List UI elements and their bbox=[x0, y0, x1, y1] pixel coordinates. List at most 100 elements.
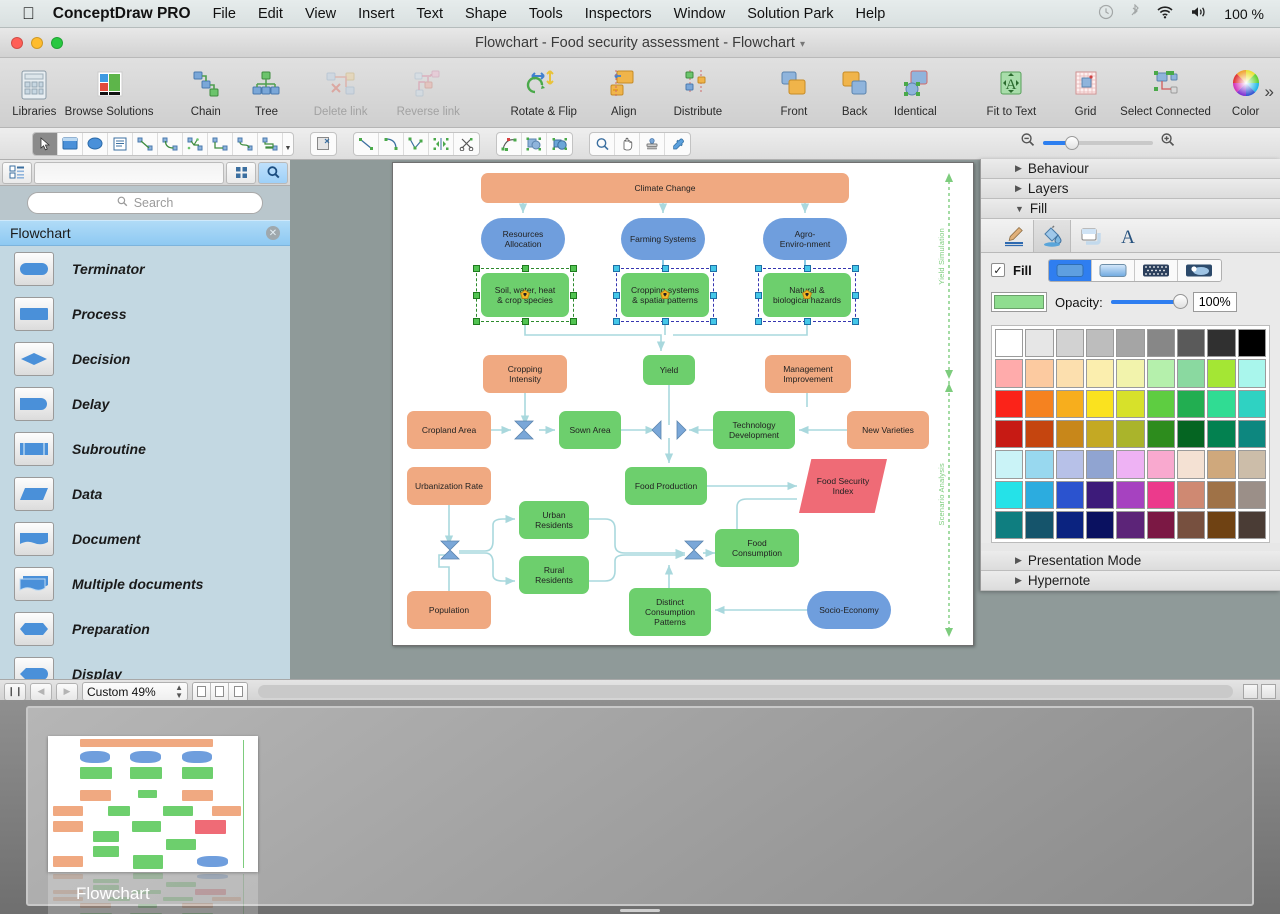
diagram-node-cropping-intensity[interactable]: Cropping Intensity bbox=[483, 355, 567, 393]
hand-icon[interactable] bbox=[615, 132, 640, 155]
menu-item-window[interactable]: Window bbox=[674, 6, 726, 22]
zoom-level-select[interactable]: Custom 49% ▲ ▼ bbox=[82, 682, 188, 700]
fill-color-swatch-button[interactable] bbox=[991, 292, 1047, 312]
color-swatch[interactable] bbox=[1146, 450, 1176, 479]
text-block-icon[interactable] bbox=[108, 132, 133, 155]
multi-bend-connector-icon[interactable] bbox=[258, 132, 283, 155]
diagram-node-management-improvement[interactable]: Management Improvement bbox=[765, 355, 851, 393]
diagram-node-urbanization-rate[interactable]: Urbanization Rate bbox=[407, 467, 491, 505]
diagram-node-resources-allocation[interactable]: Resources Allocation bbox=[481, 218, 565, 260]
color-swatch[interactable] bbox=[1086, 420, 1115, 449]
resize-handle[interactable] bbox=[852, 318, 859, 325]
pattern-fill-style-button[interactable] bbox=[1134, 259, 1178, 281]
pen-stroke-icon[interactable] bbox=[995, 220, 1033, 252]
library-tree-icon[interactable] bbox=[2, 161, 32, 184]
menu-item-edit[interactable]: Edit bbox=[258, 6, 283, 22]
battery-percent[interactable]: 100 % bbox=[1224, 6, 1264, 22]
color-swatch[interactable] bbox=[995, 359, 1024, 388]
bluetooth-icon[interactable] bbox=[1130, 3, 1140, 24]
pointer-icon[interactable] bbox=[33, 132, 58, 155]
color-swatch[interactable] bbox=[1207, 329, 1236, 358]
diagram-node-climate-change[interactable]: Climate Change bbox=[481, 173, 849, 203]
union-shapes-icon[interactable] bbox=[522, 132, 547, 155]
diagram-node-cropping-systems[interactable]: Cropping systems & spatial patterns bbox=[613, 265, 717, 325]
menu-item-inspectors[interactable]: Inspectors bbox=[585, 6, 652, 22]
s-connector-icon[interactable] bbox=[233, 132, 258, 155]
diagram-node-new-varieties[interactable]: New Varieties bbox=[847, 411, 929, 449]
wifi-icon[interactable] bbox=[1156, 5, 1174, 23]
search-view-icon[interactable] bbox=[258, 161, 288, 184]
inspector-section-layers[interactable]: ▶ Layers bbox=[981, 179, 1280, 199]
minimize-window-button[interactable] bbox=[31, 36, 43, 49]
resize-handle[interactable] bbox=[662, 265, 669, 272]
library-item-data[interactable]: Data bbox=[0, 471, 290, 516]
diagram-node-agro-environment[interactable]: Agro- Enviro-nment bbox=[763, 218, 847, 260]
color-swatch[interactable] bbox=[1055, 359, 1085, 388]
diagram-node-food-consumption[interactable]: Food Consumption bbox=[715, 529, 799, 567]
fullscreen-icon[interactable] bbox=[1261, 684, 1276, 699]
color-swatch[interactable] bbox=[1116, 359, 1145, 388]
color-swatch[interactable] bbox=[1177, 359, 1206, 388]
document-preview-card[interactable]: Flowchart bbox=[26, 706, 1254, 914]
color-swatch[interactable] bbox=[1116, 480, 1145, 510]
resize-handle[interactable] bbox=[804, 318, 811, 325]
smart-connector-icon[interactable] bbox=[133, 132, 158, 155]
color-swatch[interactable] bbox=[995, 450, 1024, 479]
color-swatch[interactable] bbox=[1177, 389, 1206, 419]
canvas-area[interactable]: Climate Change Resources Allocation Farmi… bbox=[290, 159, 1280, 679]
window-controls[interactable] bbox=[0, 36, 63, 49]
ribbon-button-chain[interactable]: Chain bbox=[175, 62, 236, 118]
resize-handle[interactable] bbox=[613, 318, 620, 325]
color-swatch[interactable] bbox=[1116, 329, 1145, 358]
color-swatch[interactable] bbox=[1055, 389, 1085, 419]
diagram-node-urban-residents[interactable]: Urban Residents bbox=[519, 501, 589, 539]
color-swatch[interactable] bbox=[1086, 359, 1115, 388]
color-swatch[interactable] bbox=[1237, 389, 1267, 419]
color-swatch[interactable] bbox=[1086, 450, 1115, 479]
zoom-slider[interactable] bbox=[1043, 135, 1153, 150]
library-title-bar[interactable]: Flowchart ✕ bbox=[0, 220, 290, 246]
shadow-icon[interactable] bbox=[1071, 220, 1109, 252]
color-swatch[interactable] bbox=[1116, 450, 1145, 479]
library-item-subroutine[interactable]: Subroutine bbox=[0, 426, 290, 471]
color-swatch[interactable] bbox=[1237, 450, 1267, 479]
diagram-node-population[interactable]: Population bbox=[407, 591, 491, 629]
mirror-icon[interactable] bbox=[429, 132, 454, 155]
edit-points-icon[interactable] bbox=[497, 132, 522, 155]
tool-group-image[interactable] bbox=[310, 131, 337, 156]
color-swatch[interactable] bbox=[1025, 359, 1054, 388]
polyline-icon[interactable] bbox=[404, 132, 429, 155]
eyedropper-icon[interactable] bbox=[665, 133, 690, 155]
resize-handle[interactable] bbox=[710, 292, 717, 299]
color-swatch[interactable] bbox=[1207, 420, 1236, 449]
inspector-section-fill[interactable]: ▼ Fill bbox=[981, 199, 1280, 219]
combine-shapes-icon[interactable] bbox=[547, 133, 572, 155]
zoom-in-icon[interactable] bbox=[1160, 132, 1176, 153]
diagram-node-farming-systems[interactable]: Farming Systems bbox=[621, 218, 705, 260]
resize-handle[interactable] bbox=[570, 318, 577, 325]
stamp-icon[interactable] bbox=[640, 132, 665, 155]
ribbon-button-tree[interactable]: Tree bbox=[236, 62, 297, 118]
color-swatch[interactable] bbox=[1116, 420, 1145, 449]
rectangle-icon[interactable] bbox=[58, 132, 83, 155]
color-swatch[interactable] bbox=[1237, 480, 1267, 510]
color-swatch[interactable] bbox=[1177, 480, 1206, 510]
resize-handle[interactable] bbox=[570, 292, 577, 299]
horizontal-scrollbar[interactable] bbox=[258, 685, 1233, 698]
color-swatch[interactable] bbox=[1177, 329, 1206, 358]
resize-handle[interactable] bbox=[473, 318, 480, 325]
apple-logo-icon[interactable]:  bbox=[22, 5, 35, 22]
resize-handle[interactable] bbox=[852, 292, 859, 299]
resize-handle[interactable] bbox=[473, 292, 480, 299]
fill-checkbox[interactable]: ✓ bbox=[991, 263, 1005, 277]
menu-item-shape[interactable]: Shape bbox=[465, 6, 507, 22]
color-swatch[interactable] bbox=[995, 420, 1024, 449]
volume-icon[interactable] bbox=[1190, 5, 1208, 23]
library-item-delay[interactable]: Delay bbox=[0, 381, 290, 426]
color-swatch[interactable] bbox=[1146, 389, 1176, 419]
zoom-control[interactable] bbox=[1020, 132, 1176, 153]
menu-item-view[interactable]: View bbox=[305, 6, 336, 22]
gradient-fill-style-button[interactable] bbox=[1091, 259, 1135, 281]
diagram-node-yield[interactable]: Yield bbox=[643, 355, 695, 385]
library-item-decision[interactable]: Decision bbox=[0, 336, 290, 381]
